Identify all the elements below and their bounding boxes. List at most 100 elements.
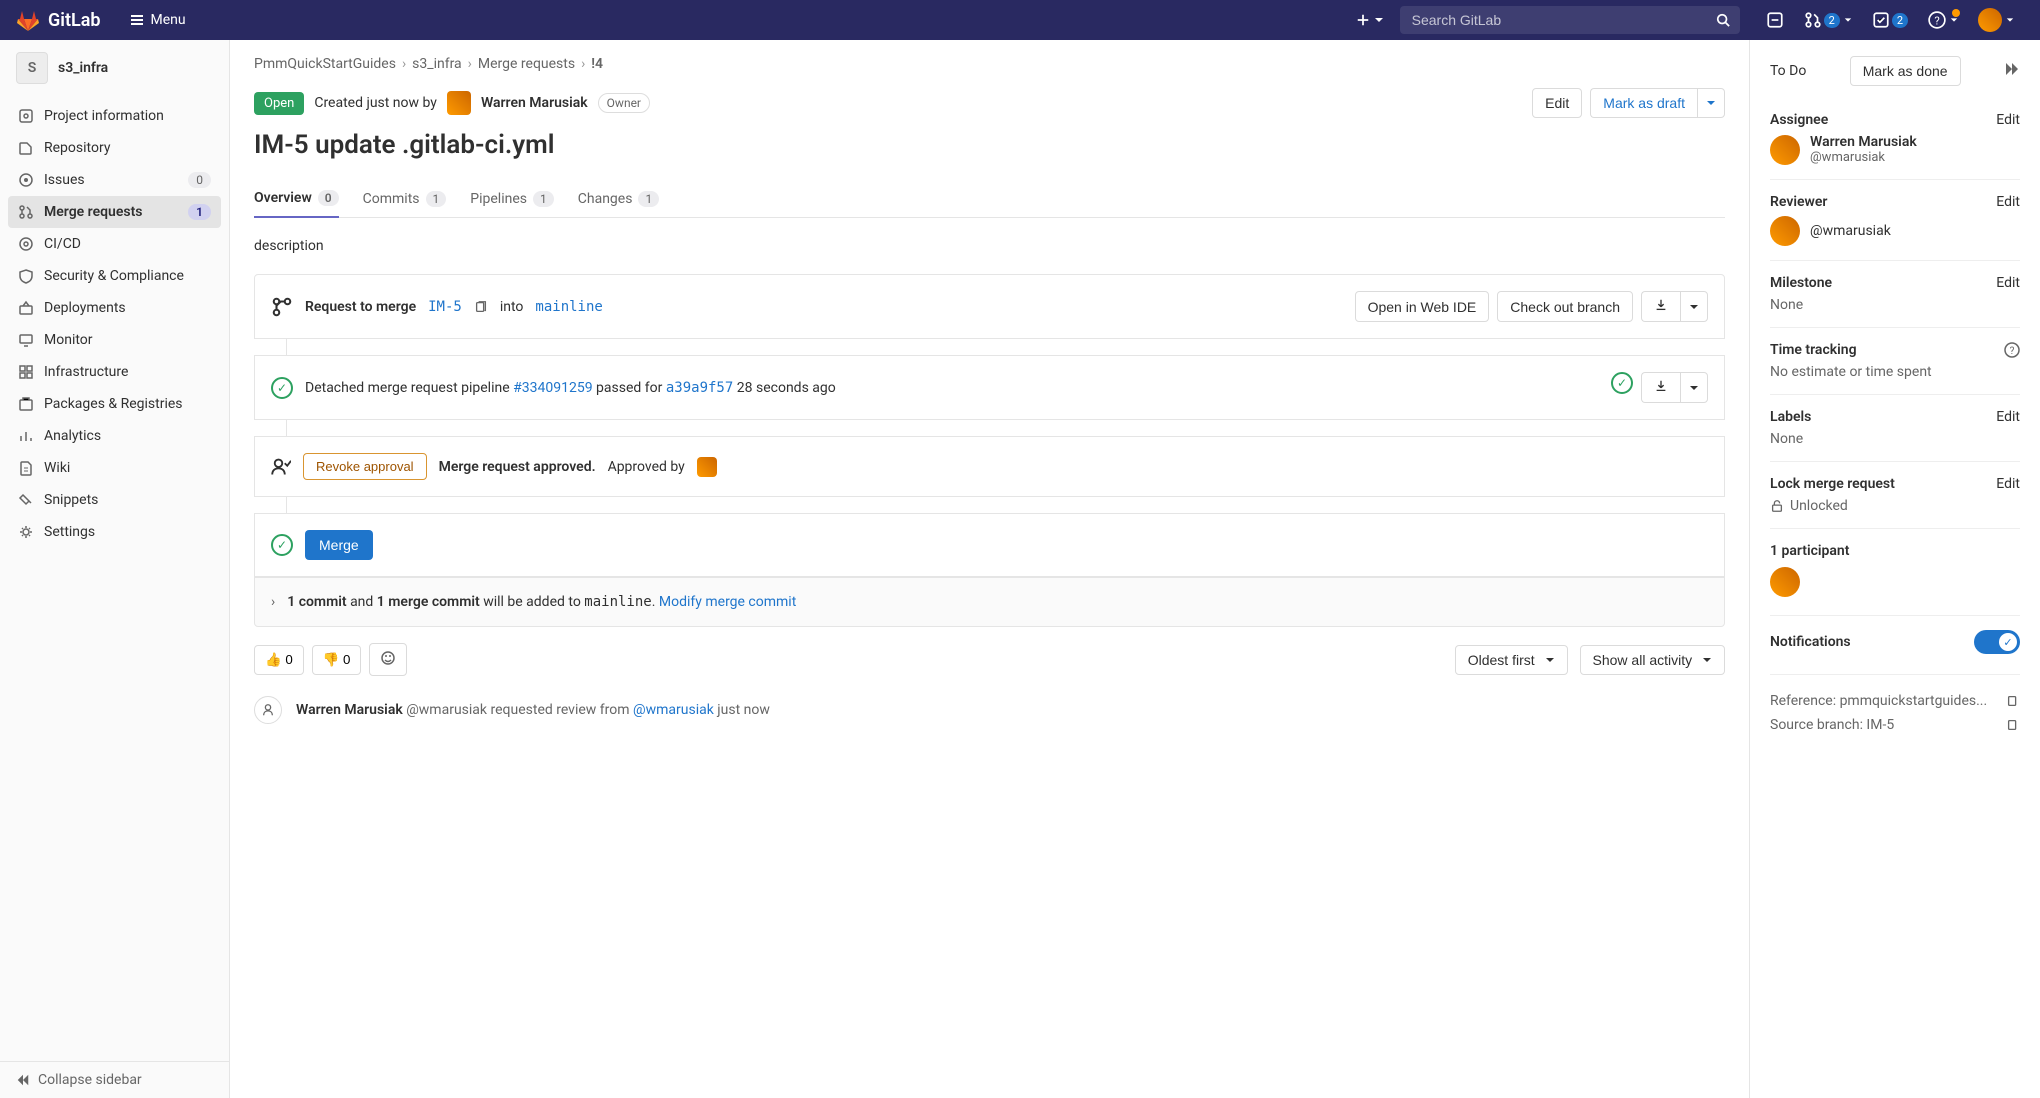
edit-lock-link[interactable]: Edit [1996,476,2020,492]
labels-title: Labels [1770,409,1811,425]
sidebar-item-repository[interactable]: Repository [8,132,221,164]
menu-label: Menu [151,12,186,28]
todos-nav[interactable]: 2 [1872,11,1908,29]
reviewer-handle[interactable]: @wmarusiak [1810,223,1891,239]
menu-button[interactable]: Menu [121,8,194,32]
breadcrumb-link[interactable]: s3_infra [412,56,462,72]
collapse-label: Collapse sidebar [38,1072,142,1088]
open-web-ide-button[interactable]: Open in Web IDE [1355,291,1490,322]
chevron-down-icon [1702,655,1712,665]
owner-badge: Owner [598,93,650,113]
nav-icon [18,428,34,444]
sidebar-item-deployments[interactable]: Deployments [8,292,221,324]
new-dropdown[interactable] [1348,9,1392,31]
check-out-branch-button[interactable]: Check out branch [1497,291,1633,322]
download-icon [1654,379,1668,393]
mark-as-done-button[interactable]: Mark as done [1850,56,1961,86]
download-button[interactable] [1641,291,1680,322]
merge-icon [271,296,293,318]
sidebar-item-monitor[interactable]: Monitor [8,324,221,356]
timeline-target-user[interactable]: @wmarusiak [633,702,714,718]
nav-icon [18,140,34,156]
sidebar-item-project-information[interactable]: Project information [8,100,221,132]
sidebar-item-settings[interactable]: Settings [8,516,221,548]
svg-text:?: ? [2010,346,2015,357]
assignee-name[interactable]: Warren Marusiak [1810,134,1917,150]
sidebar-item-security-compliance[interactable]: Security & Compliance [8,260,221,292]
sidebar-item-issues[interactable]: Issues0 [8,164,221,196]
issues-nav-icon[interactable] [1766,11,1784,29]
edit-labels-link[interactable]: Edit [1996,409,2020,425]
sidebar-item-analytics[interactable]: Analytics [8,420,221,452]
copy-icon[interactable] [2006,718,2020,732]
hamburger-icon [129,12,145,28]
notifications-title: Notifications [1770,634,1851,650]
add-reaction-button[interactable] [369,643,407,676]
source-branch-link[interactable]: IM-5 [428,299,462,315]
tab-changes[interactable]: Changes 1 [578,180,659,217]
nav-icon [18,108,34,124]
pipeline-link[interactable]: #334091259 [513,380,592,396]
pipeline-status-icon[interactable]: ✓ [1611,372,1633,394]
chevron-down-icon [1545,655,1555,665]
help-nav[interactable]: ? [1928,11,1958,29]
mr-count-badge: 2 [1824,13,1840,28]
merge-button[interactable]: Merge [305,530,373,560]
mark-draft-dropdown[interactable] [1697,88,1725,118]
chevron-down-icon [2006,16,2014,24]
sidebar-item-infrastructure[interactable]: Infrastructure [8,356,221,388]
approver-avatar-icon[interactable] [697,457,717,477]
revoke-approval-button[interactable]: Revoke approval [303,453,427,480]
time-tracking-title: Time tracking [1770,342,1857,358]
sha-link[interactable]: a39a9f57 [666,380,733,396]
download-artifacts-button[interactable] [1641,372,1680,403]
sidebar-item-snippets[interactable]: Snippets [8,484,221,516]
sidebar-item-packages-registries[interactable]: Packages & Registries [8,388,221,420]
edit-milestone-link[interactable]: Edit [1996,275,2020,291]
approval-widget: Revoke approval Merge request approved. … [254,436,1725,497]
collapse-sidebar-button[interactable]: Collapse sidebar [0,1061,229,1098]
participants-title: 1 participant [1770,543,2020,559]
breadcrumb-link[interactable]: PmmQuickStartGuides [254,56,396,72]
copy-icon[interactable] [2006,694,2020,708]
modify-merge-commit-link[interactable]: Modify merge commit [659,594,796,610]
tab-commits[interactable]: Commits 1 [363,180,447,217]
breadcrumb-link[interactable]: Merge requests [478,56,575,72]
tab-pipelines[interactable]: Pipelines 1 [470,180,553,217]
collapse-right-sidebar[interactable] [2004,61,2020,81]
edit-reviewer-link[interactable]: Edit [1996,194,2020,210]
user-icon [254,696,282,724]
mr-tabs: Overview 0 Commits 1 Pipelines 1 Changes… [254,180,1725,218]
author-name[interactable]: Warren Marusiak [481,95,588,111]
sort-dropdown[interactable]: Oldest first [1455,645,1568,675]
edit-button[interactable]: Edit [1532,88,1582,118]
sidebar-item-wiki[interactable]: Wiki [8,452,221,484]
project-header[interactable]: S s3_infra [0,40,229,96]
user-menu[interactable] [1978,8,2014,32]
edit-assignee-link[interactable]: Edit [1996,112,2020,128]
merge-requests-nav[interactable]: 2 [1804,11,1852,29]
target-branch-link[interactable]: mainline [535,299,602,315]
activity-filter-dropdown[interactable]: Show all activity [1580,645,1725,675]
help-icon[interactable]: ? [2004,342,2020,358]
user-avatar-icon [1978,8,2002,32]
request-to-merge-label: Request to merge [305,299,416,315]
thumbs-down-button[interactable]: 👎 0 [312,645,362,675]
search-input[interactable] [1400,6,1740,34]
labels-value: None [1770,431,2020,447]
download-dropdown[interactable] [1680,291,1708,322]
tab-overview[interactable]: Overview 0 [254,180,339,218]
timeline-actor[interactable]: Warren Marusiak [296,702,403,718]
mark-as-draft-button[interactable]: Mark as draft [1590,88,1697,118]
copy-icon[interactable] [474,300,488,314]
project-avatar: S [16,52,48,84]
download-artifacts-dropdown[interactable] [1680,372,1708,403]
thumbs-up-button[interactable]: 👍 0 [254,645,304,675]
notifications-toggle[interactable]: ✓ [1974,630,2020,654]
expand-commit-info[interactable]: › [271,594,275,610]
sidebar-item-merge-requests[interactable]: Merge requests1 [8,196,221,228]
sidebar-item-ci-cd[interactable]: CI/CD [8,228,221,260]
chevron-double-left-icon [16,1073,30,1087]
merge-ready-icon: ✓ [271,534,293,556]
participant-avatar-icon[interactable] [1770,567,1800,597]
